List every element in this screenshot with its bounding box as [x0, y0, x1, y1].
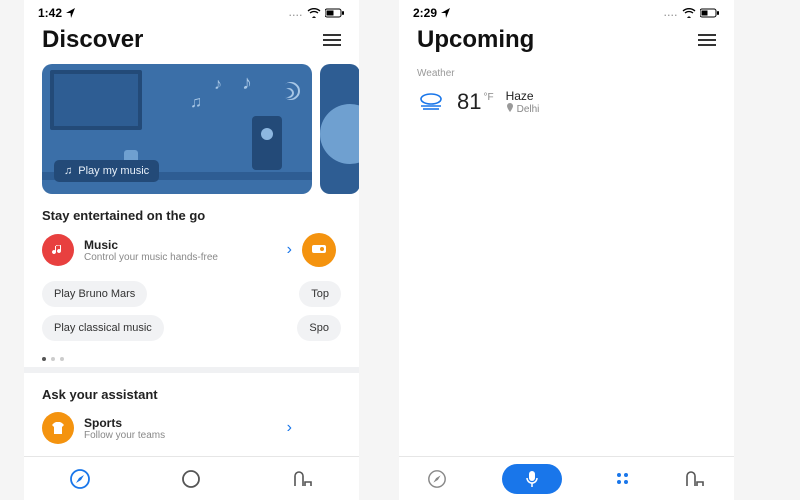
tile-subtitle: Control your music hands-free	[84, 252, 277, 263]
weather-temp: 81 °F	[457, 89, 494, 115]
section-heading: Stay entertained on the go	[42, 208, 341, 223]
location-text: Delhi	[517, 104, 540, 115]
status-time: 2:29	[413, 6, 437, 20]
bottom-nav	[399, 456, 734, 500]
weather-label: Weather	[399, 64, 734, 81]
status-bar: 2:29 ....	[399, 0, 734, 22]
wifi-icon	[307, 8, 321, 18]
chip-top[interactable]: Top	[299, 281, 341, 307]
weather-condition: Haze	[506, 89, 540, 103]
weather-location: Delhi	[506, 103, 540, 116]
suggestion-chips: Play Bruno Mars Top Play classical music…	[42, 281, 341, 341]
weather-card[interactable]: 81 °F Haze Delhi	[399, 81, 734, 126]
dot	[60, 357, 64, 361]
chip-spo[interactable]: Spo	[297, 315, 341, 341]
tile-peek[interactable]	[302, 233, 336, 267]
tile-title: Music	[84, 238, 277, 252]
status-time: 1:42	[38, 6, 62, 20]
music-note-icon: ♫	[190, 94, 202, 112]
tile-subtitle: Follow your teams	[84, 430, 277, 441]
location-icon	[441, 8, 451, 18]
page-title: Discover	[42, 26, 143, 54]
nav-discover[interactable]	[69, 468, 91, 490]
header: Upcoming	[399, 22, 734, 64]
hero-card-peek[interactable]	[320, 64, 359, 194]
music-icon	[42, 234, 74, 266]
menu-button[interactable]	[323, 31, 341, 49]
status-bar: 1:42 ....	[24, 0, 359, 22]
tile-music[interactable]: Music Control your music hands-free ›	[42, 233, 292, 267]
signal-dots: ....	[664, 8, 678, 18]
signal-dots: ....	[289, 8, 303, 18]
chip-play-bruno[interactable]: Play Bruno Mars	[42, 281, 147, 307]
page-dots	[24, 351, 359, 361]
hero-card-music[interactable]: ♪ ♫ ♪ ♫ Play my music	[42, 64, 312, 194]
nav-cortana[interactable]	[180, 468, 202, 490]
tile-title: Sports	[84, 416, 277, 430]
music-note-icon: ♪	[242, 72, 252, 95]
pin-icon	[506, 103, 514, 116]
mic-icon	[525, 470, 539, 488]
bottom-nav	[24, 456, 359, 500]
battery-icon	[325, 8, 345, 18]
tile-sports[interactable]: Sports Follow your teams ›	[42, 412, 292, 444]
chevron-right-icon: ›	[287, 419, 292, 437]
section-assistant: Ask your assistant Sports Follow your te…	[24, 373, 359, 448]
radio-icon	[311, 241, 327, 259]
nav-mic[interactable]	[502, 464, 562, 494]
hero-cta-chip[interactable]: ♫ Play my music	[54, 160, 159, 182]
nav-devices[interactable]	[291, 468, 315, 490]
hero-cta-label: Play my music	[78, 165, 149, 177]
header: Discover	[24, 22, 359, 64]
section-heading: Ask your assistant	[42, 387, 341, 402]
jersey-icon	[42, 412, 74, 444]
nav-devices[interactable]	[683, 468, 707, 490]
nav-discover[interactable]	[427, 469, 447, 489]
grid-icon	[617, 473, 628, 484]
hero-carousel[interactable]: ♪ ♫ ♪ ♫ Play my music	[24, 64, 359, 194]
dot	[51, 357, 55, 361]
nav-apps[interactable]	[617, 473, 628, 484]
chevron-right-icon: ›	[287, 241, 292, 259]
phone-upcoming: 2:29 .... Upcoming Weather 81 °F	[399, 0, 734, 500]
wifi-icon	[682, 8, 696, 18]
music-note-icon: ♪	[214, 76, 222, 94]
temp-value: 81	[457, 89, 481, 115]
dot-active	[42, 357, 46, 361]
page-title: Upcoming	[417, 26, 534, 54]
temp-unit: °F	[483, 92, 493, 103]
music-note-icon: ♫	[64, 165, 72, 177]
battery-icon	[700, 8, 720, 18]
chip-play-classical[interactable]: Play classical music	[42, 315, 164, 341]
location-icon	[66, 8, 76, 18]
section-entertainment: Stay entertained on the go Music Control…	[24, 194, 359, 351]
phone-discover: 1:42 .... Discover ♪	[24, 0, 359, 500]
mic-pill	[502, 464, 562, 494]
haze-icon	[417, 89, 445, 118]
menu-button[interactable]	[698, 31, 716, 49]
